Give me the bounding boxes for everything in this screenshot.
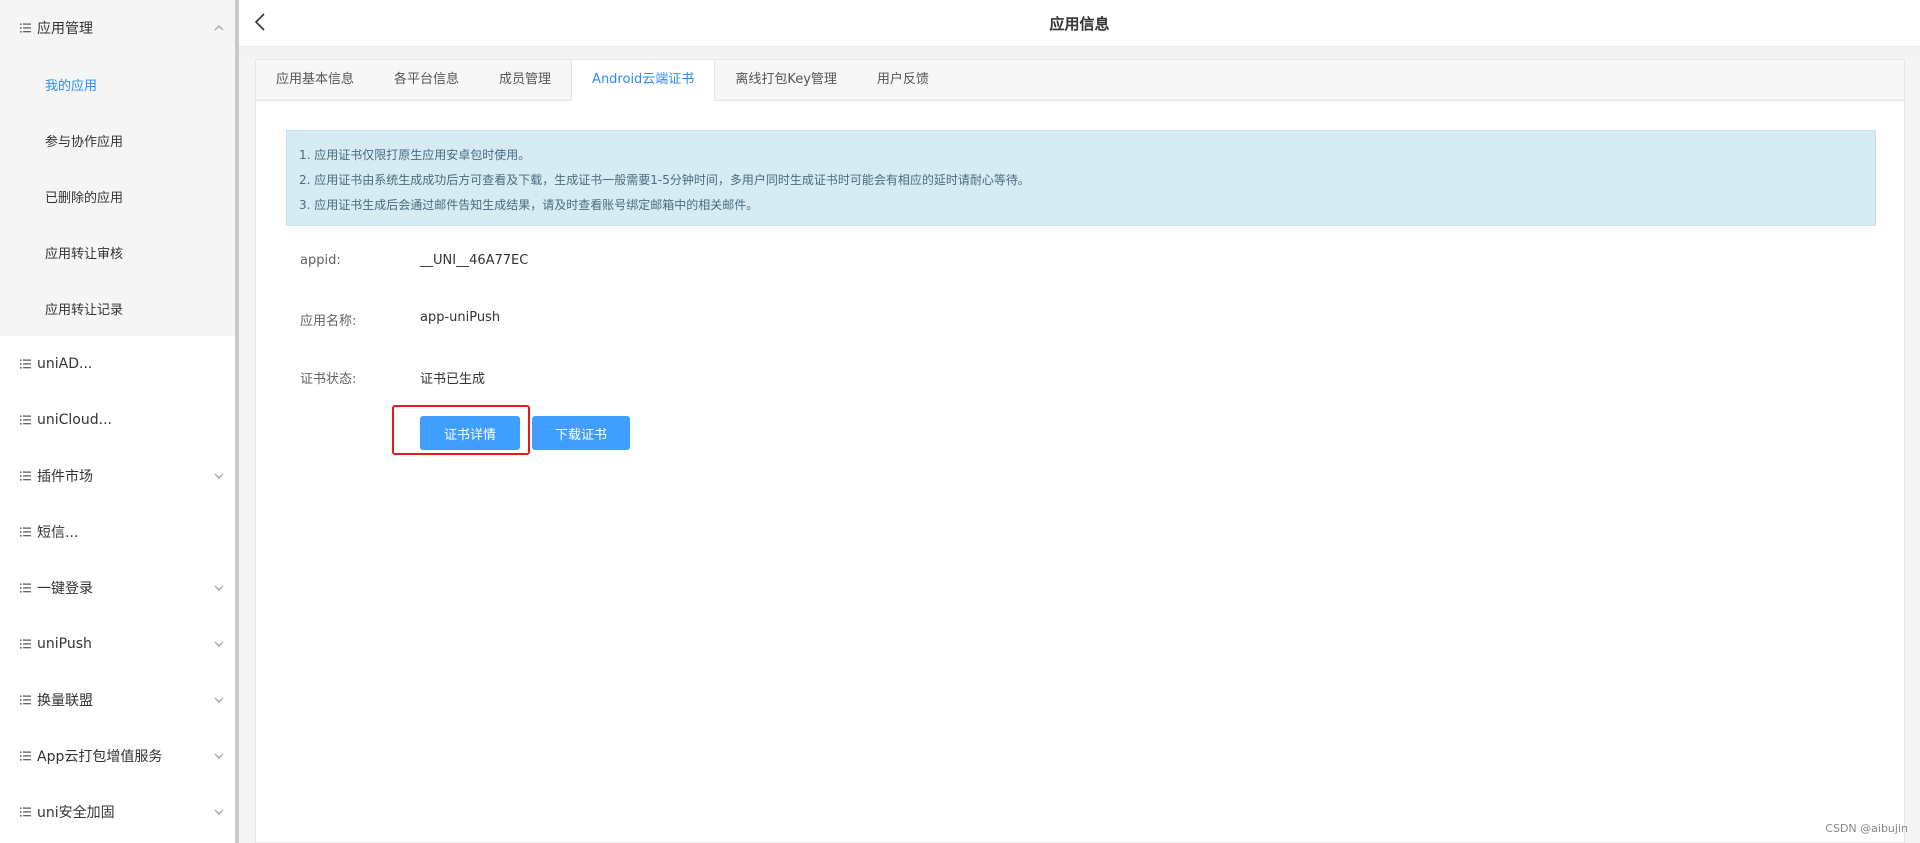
tab-platform-info[interactable]: 各平台信息: [374, 60, 479, 101]
list-icon: [20, 807, 31, 817]
menu-group-app-management: 应用管理 我的应用 参与协作应用 已删除的应用 应用转让审核 应用转让记录: [0, 0, 235, 336]
menu-item-label: 短信...: [37, 525, 79, 541]
menu-item-label: 换量联盟: [37, 693, 93, 709]
chevron-down-icon: [214, 473, 224, 479]
tab-member-management[interactable]: 成员管理: [479, 60, 571, 101]
list-icon: [20, 695, 31, 705]
menu-item-unicloud[interactable]: uniCloud...: [0, 392, 235, 448]
menu-item-app-cloud-packaging[interactable]: App云打包增值服务: [0, 728, 235, 784]
list-icon: [20, 359, 31, 369]
menu-item-label: 一键登录: [37, 581, 93, 597]
sidebar-item-collab-apps[interactable]: 参与协作应用: [0, 112, 235, 168]
sidebar: 应用管理 我的应用 参与协作应用 已删除的应用 应用转让审核 应用转让记录 un…: [0, 0, 235, 843]
field-value: 证书已生成: [420, 372, 486, 387]
sidebar-scrollbar[interactable]: [235, 0, 239, 843]
menu-item-uni-security[interactable]: uni安全加固: [0, 784, 235, 840]
field-value: app-uniPush: [420, 310, 501, 325]
field-value: __UNI__46A77EC: [420, 253, 529, 268]
chevron-down-icon: [214, 697, 224, 703]
sidebar-item-my-apps[interactable]: 我的应用: [0, 56, 235, 112]
list-icon: [20, 639, 31, 649]
page-header: 应用信息: [239, 0, 1920, 47]
field-appid: appid: __UNI__46A77EC: [300, 253, 528, 268]
field-label: 证书状态:: [300, 372, 357, 387]
field-label: appid:: [300, 253, 341, 268]
tab-user-feedback[interactable]: 用户反馈: [857, 60, 949, 101]
chevron-down-icon: [214, 585, 224, 591]
chevron-down-icon: [214, 753, 224, 759]
menu-item-sms[interactable]: 短信...: [0, 504, 235, 560]
chevron-down-icon: [214, 809, 224, 815]
tab-offline-key-management[interactable]: 离线打包Key管理: [715, 60, 857, 101]
sidebar-item-transfer-review[interactable]: 应用转让审核: [0, 224, 235, 280]
tab-bar: 应用基本信息 各平台信息 成员管理 Android云端证书 离线打包Key管理 …: [256, 60, 1904, 101]
menu-item-one-click-login[interactable]: 一键登录: [0, 560, 235, 616]
field-label: 应用名称:: [300, 314, 357, 329]
menu-item-label: uniCloud...: [37, 412, 112, 428]
menu-item-uniad[interactable]: uniAD...: [0, 336, 235, 392]
info-notice: 1. 应用证书仅限打原生应用安卓包时使用。 2. 应用证书由系统生成成功后方可查…: [286, 130, 1876, 226]
tab-basic-info[interactable]: 应用基本信息: [256, 60, 374, 101]
sidebar-item-deleted-apps[interactable]: 已删除的应用: [0, 168, 235, 224]
list-icon: [20, 583, 31, 593]
menu-item-label: uni安全加固: [37, 805, 115, 821]
watermark: CSDN @aibujin: [1825, 822, 1908, 835]
tab-android-cloud-cert[interactable]: Android云端证书: [571, 60, 716, 101]
content-card: 应用基本信息 各平台信息 成员管理 Android云端证书 离线打包Key管理 …: [255, 59, 1905, 843]
field-cert-status: 证书状态: 证书已生成: [300, 368, 485, 387]
chevron-down-icon: [214, 641, 224, 647]
list-icon: [20, 471, 31, 481]
list-icon: [20, 415, 31, 425]
notice-line: 3. 应用证书生成后会通过邮件告知生成结果，请及时查看账号绑定邮箱中的相关邮件。: [299, 198, 759, 212]
field-app-name: 应用名称: app-uniPush: [300, 310, 500, 329]
cert-detail-button[interactable]: 证书详情: [420, 416, 520, 450]
page-title: 应用信息: [1049, 15, 1110, 33]
menu-item-label: App云打包增值服务: [37, 749, 163, 765]
menu-item-traffic-alliance[interactable]: 换量联盟: [0, 672, 235, 728]
header-divider: [239, 47, 1920, 58]
menu-item-label: uniPush: [37, 636, 92, 652]
menu-item-app-management[interactable]: 应用管理: [0, 0, 235, 56]
list-icon: [20, 751, 31, 761]
notice-line: 2. 应用证书由系统生成成功后方可查看及下载，生成证书一般需要1-5分钟时间，多…: [299, 173, 1030, 187]
download-cert-button[interactable]: 下载证书: [532, 416, 630, 450]
menu-item-label: uniAD...: [37, 356, 93, 372]
menu-item-label: 应用管理: [37, 21, 93, 37]
list-icon: [20, 527, 31, 537]
notice-line: 1. 应用证书仅限打原生应用安卓包时使用。: [299, 148, 531, 162]
menu-item-unipush[interactable]: uniPush: [0, 616, 235, 672]
sidebar-item-transfer-records[interactable]: 应用转让记录: [0, 280, 235, 336]
list-icon: [20, 23, 31, 33]
menu-item-plugin-market[interactable]: 插件市场: [0, 448, 235, 504]
menu-item-label: 插件市场: [37, 469, 93, 485]
chevron-up-icon: [214, 25, 224, 31]
